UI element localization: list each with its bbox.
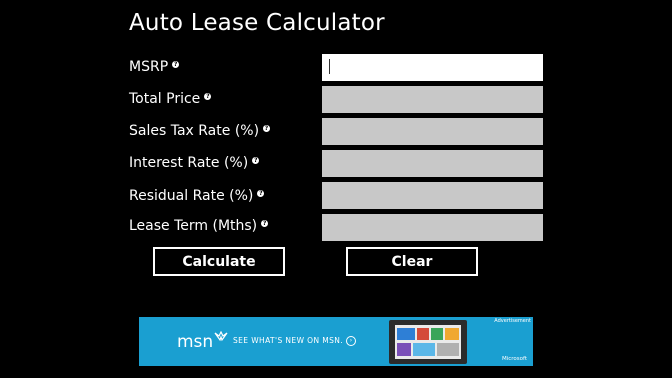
tablet-image (389, 320, 467, 364)
interest-rate-label: Interest Rate (%)? (129, 155, 260, 171)
tile (445, 328, 459, 340)
sales-tax-label-text: Sales Tax Rate (%) (129, 123, 260, 139)
sales-tax-input[interactable] (322, 118, 543, 145)
tile (417, 328, 429, 340)
text-cursor (329, 59, 330, 74)
ad-tag: Advertisement (494, 318, 531, 324)
tile (437, 343, 459, 356)
ad-banner[interactable]: msn SEE WHAT'S NEW ON MSN. › Advertisemen… (139, 317, 533, 366)
msrp-label: MSRP? (129, 59, 180, 75)
ad-headline: SEE WHAT'S NEW ON MSN. › (233, 336, 357, 346)
help-icon[interactable]: ? (257, 190, 265, 197)
clear-button[interactable]: Clear (346, 247, 478, 276)
sales-tax-label: Sales Tax Rate (%)? (129, 123, 271, 139)
tile (413, 343, 435, 356)
tablet-screen (395, 325, 461, 359)
ad-headline-text: SEE WHAT'S NEW ON MSN. (233, 336, 344, 345)
ad-brand: Microsoft (501, 356, 527, 362)
msrp-input[interactable] (322, 54, 543, 81)
lease-term-label: Lease Term (Mths)? (129, 218, 269, 234)
tile (397, 328, 415, 340)
help-icon[interactable]: ? (172, 61, 180, 68)
residual-rate-input[interactable] (322, 182, 543, 209)
msrp-label-text: MSRP (129, 59, 169, 75)
total-price-label: Total Price? (129, 91, 212, 107)
total-price-label-text: Total Price (129, 91, 201, 107)
residual-rate-label-text: Residual Rate (%) (129, 188, 254, 204)
total-price-input[interactable] (322, 86, 543, 113)
tile (397, 343, 411, 356)
butterfly-icon (214, 330, 228, 346)
calculate-button[interactable]: Calculate (153, 247, 285, 276)
residual-rate-label: Residual Rate (%)? (129, 188, 265, 204)
help-icon[interactable]: ? (252, 157, 260, 164)
lease-term-label-text: Lease Term (Mths) (129, 218, 258, 234)
help-icon[interactable]: ? (261, 220, 269, 227)
lease-term-input[interactable] (322, 214, 543, 241)
msn-logo: msn (177, 332, 214, 352)
arrow-right-icon: › (346, 336, 357, 346)
interest-rate-label-text: Interest Rate (%) (129, 155, 249, 171)
help-icon[interactable]: ? (204, 93, 212, 100)
tile (431, 328, 443, 340)
interest-rate-input[interactable] (322, 150, 543, 177)
app-title: Auto Lease Calculator (129, 10, 385, 36)
help-icon[interactable]: ? (263, 125, 271, 132)
